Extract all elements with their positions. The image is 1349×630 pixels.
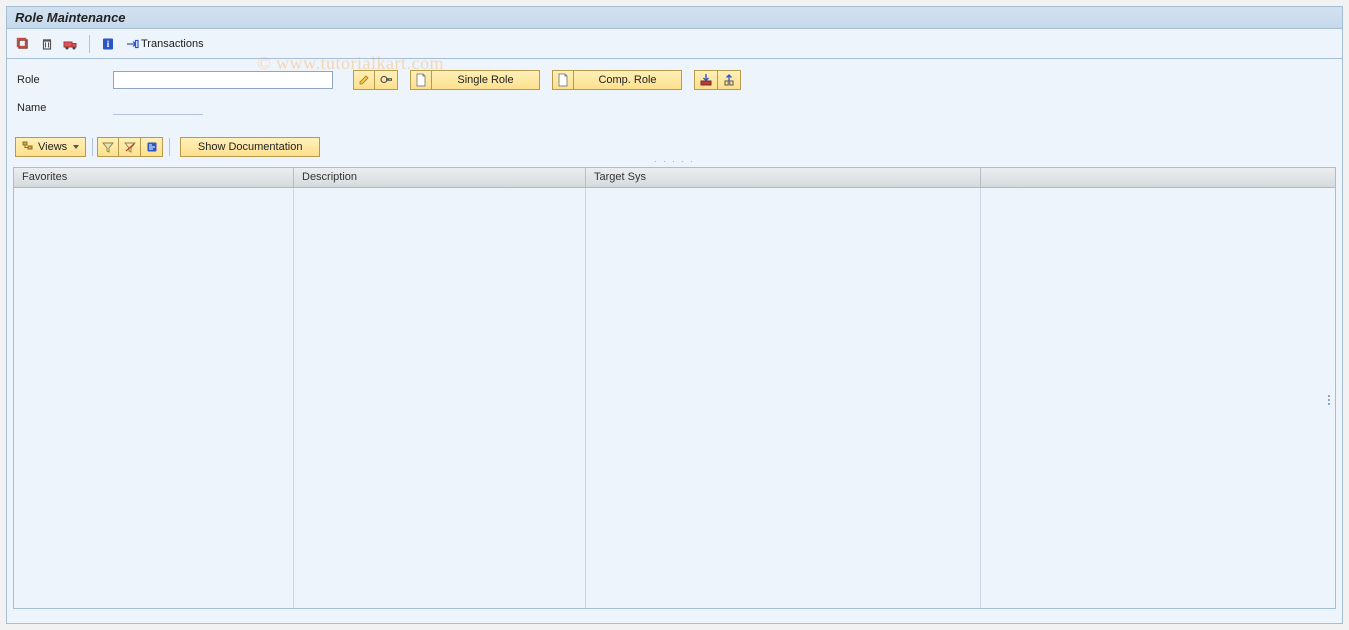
transport-icon[interactable] [61,34,81,54]
name-value [113,101,203,115]
toolbar2-sep-2 [169,138,170,156]
toolbar2-sep-1 [92,138,93,156]
single-role-label: Single Role [457,74,513,86]
title-bar: Role Maintenance [7,7,1342,29]
role-label: Role [17,74,107,86]
favorites-table: Favorites Description Target Sys [13,167,1336,609]
comp-role-button[interactable]: Comp. Role [574,70,682,90]
table-col-favorites [14,188,294,608]
create-comp-group: Comp. Role [552,70,682,90]
info-icon[interactable]: i [98,34,118,54]
delete-icon[interactable] [37,34,57,54]
display-button[interactable] [375,70,398,90]
column-header-favorites[interactable]: Favorites [14,168,294,187]
filter-group [97,137,163,157]
table-body [14,188,1335,608]
single-role-button[interactable]: Single Role [432,70,540,90]
name-label: Name [17,102,107,114]
edit-display-group [353,70,398,90]
main-toolbar: i Transactions [7,29,1342,59]
table-col-description [294,188,586,608]
download-upload-group [694,70,741,90]
edit-button[interactable] [353,70,375,90]
upload-button[interactable] [718,70,741,90]
create-single-icon-button[interactable] [410,70,432,90]
transactions-label: Transactions [141,38,204,50]
show-documentation-label: Show Documentation [198,141,303,153]
table-col-extra [981,188,1335,608]
expand-all-button[interactable] [141,137,163,157]
column-header-description[interactable]: Description [294,168,586,187]
table-header-row: Favorites Description Target Sys [14,168,1335,188]
views-button[interactable]: Views [15,137,86,157]
form-area: Role Single Role [7,59,1342,129]
app-window: Role Maintenance i Transactions Role [6,6,1343,624]
role-input[interactable] [113,71,333,89]
set-filter-button[interactable] [97,137,119,157]
show-documentation-button[interactable]: Show Documentation [180,137,320,157]
column-header-target-sys[interactable]: Target Sys [586,168,981,187]
page-title: Role Maintenance [15,10,126,25]
role-row: Role Single Role [17,69,1336,91]
transactions-button[interactable]: Transactions [122,34,209,54]
comp-role-label: Comp. Role [598,74,656,86]
vertical-scroll-indicator[interactable] [1325,194,1333,606]
views-group: Views [15,137,86,157]
download-button[interactable] [694,70,718,90]
other-object-icon[interactable] [13,34,33,54]
views-label: Views [38,141,67,153]
delete-filter-button[interactable] [119,137,141,157]
table-col-target [586,188,981,608]
name-row: Name [17,97,1336,119]
create-single-group: Single Role [410,70,540,90]
create-comp-icon-button[interactable] [552,70,574,90]
chevron-down-icon [73,145,79,149]
column-header-extra[interactable] [981,168,1335,187]
toolbar-separator [89,35,90,53]
tree-icon [22,141,34,153]
